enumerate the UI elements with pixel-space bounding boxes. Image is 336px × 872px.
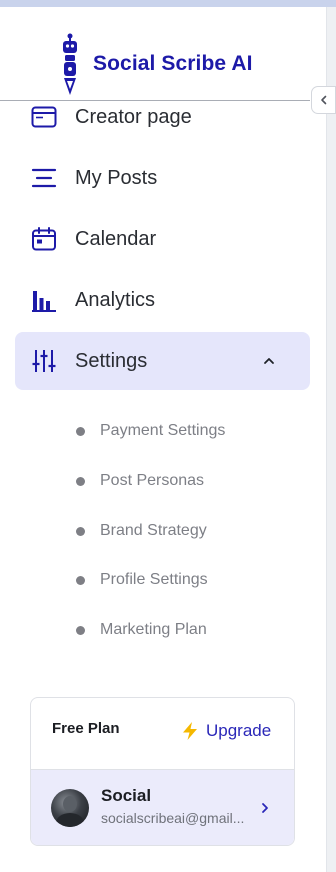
bar-chart-icon <box>30 286 58 314</box>
user-email: socialscribeai@gmail... <box>101 810 245 826</box>
sub-item-label: Brand Strategy <box>100 522 207 539</box>
bullet-dot <box>76 575 85 585</box>
avatar <box>51 789 89 827</box>
nav-item-label: Creator page <box>75 105 192 128</box>
browser-top-strip <box>0 0 336 7</box>
app-logo[interactable]: Social Scribe AI <box>58 33 253 95</box>
main-panel-edge <box>326 7 336 872</box>
bullet-dot <box>76 625 85 635</box>
sub-item-label: Post Personas <box>100 472 205 489</box>
app-name: Social Scribe AI <box>93 52 253 75</box>
sliders-icon <box>30 347 58 375</box>
nav-item-label: Settings <box>75 349 148 372</box>
sub-item-marketing-plan[interactable]: Marketing Plan <box>76 619 207 641</box>
plan-title: Free Plan <box>52 720 120 737</box>
sub-item-brand-strategy[interactable]: Brand Strategy <box>76 520 207 542</box>
sub-item-profile-settings[interactable]: Profile Settings <box>76 569 208 591</box>
nav-item-settings[interactable]: Settings <box>15 332 310 390</box>
nav-item-label: My Posts <box>75 166 158 189</box>
upgrade-button[interactable]: Upgrade <box>181 721 271 741</box>
plan-card: Free Plan Upgrade Social socialscribeai@… <box>30 697 295 846</box>
sub-item-label: Marketing Plan <box>100 621 207 638</box>
bullet-dot <box>76 426 85 436</box>
sub-item-label: Payment Settings <box>100 422 226 439</box>
user-name: Social <box>101 786 152 805</box>
nav-item-creator-page[interactable]: Creator page <box>15 88 310 146</box>
collapse-sidebar-button[interactable] <box>311 86 336 114</box>
calendar-icon <box>30 225 58 253</box>
nav-item-label: Analytics <box>75 288 156 311</box>
sub-item-label: Profile Settings <box>100 571 208 588</box>
text-lines-icon <box>30 164 58 192</box>
nav-item-calendar[interactable]: Calendar <box>15 210 310 268</box>
sub-item-payment-settings[interactable]: Payment Settings <box>76 420 225 442</box>
upgrade-label: Upgrade <box>206 721 272 740</box>
browser-window-icon <box>30 103 58 131</box>
chevron-up-icon[interactable] <box>262 354 276 368</box>
bullet-dot <box>76 526 85 536</box>
sub-item-post-personas[interactable]: Post Personas <box>76 470 204 492</box>
bullet-dot <box>76 476 85 486</box>
nav-item-label: Calendar <box>75 227 157 250</box>
chevron-left-icon <box>320 95 326 105</box>
chevron-right-icon <box>262 803 268 813</box>
nav-item-analytics[interactable]: Analytics <box>15 271 310 329</box>
lightning-icon <box>183 722 197 740</box>
user-account-row[interactable]: Social socialscribeai@gmail... <box>31 769 294 845</box>
nav-item-my-posts[interactable]: My Posts <box>15 149 310 207</box>
robot-logo-icon <box>63 33 77 95</box>
